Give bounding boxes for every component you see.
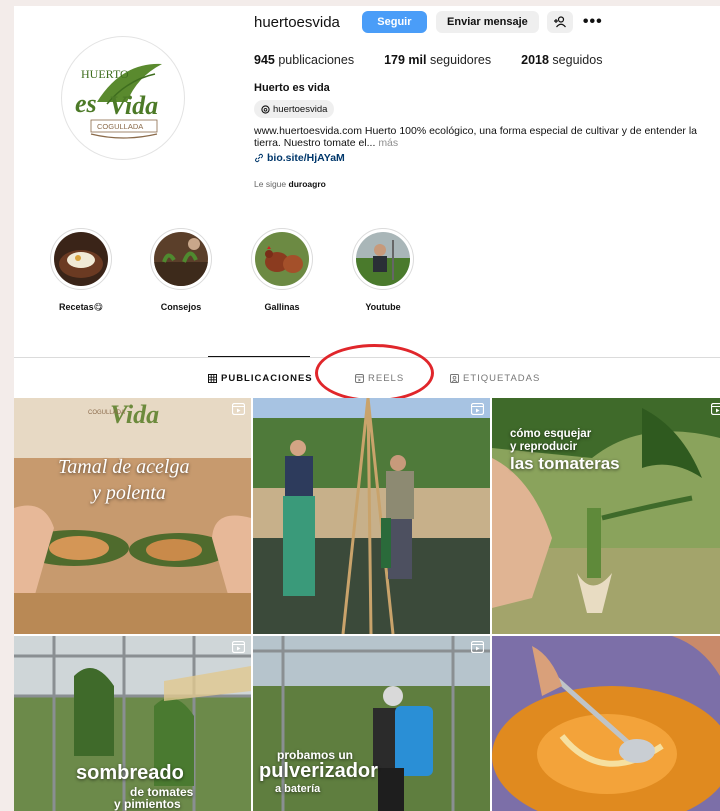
post-tile-6[interactable] <box>492 636 720 811</box>
highlight-youtube[interactable]: Youtube <box>350 228 416 312</box>
profile-avatar[interactable]: HUERTO es Vida COGULLADA <box>61 36 185 160</box>
red-annotation-circle <box>315 344 434 402</box>
post-overlay-line1: cómo esquejar <box>510 428 592 440</box>
highlight-cover <box>154 232 208 286</box>
highlight-label: Youtube <box>365 302 401 312</box>
highlight-cover <box>255 232 309 286</box>
link-icon <box>255 153 263 163</box>
reel-badge-icon <box>232 403 245 415</box>
highlight-label: Consejos <box>160 302 202 312</box>
post-overlay-line2: pulverizador <box>259 760 378 782</box>
post-image <box>253 398 490 634</box>
post-tile-4[interactable]: sombreado de tomates y pimientos <box>14 636 251 811</box>
profile-full-name: Huerto es vida <box>254 82 330 94</box>
highlight-consejos[interactable]: Consejos <box>148 228 214 312</box>
svg-text:HUERTO: HUERTO <box>81 67 129 81</box>
threads-badge[interactable]: huertoesvida <box>254 100 335 118</box>
followed-by[interactable]: Le sigue duroagro <box>254 179 326 189</box>
post-tile-2[interactable] <box>253 398 490 634</box>
followers-stat[interactable]: 179 mil seguidores <box>384 53 491 67</box>
following-stat[interactable]: 2018 seguidos <box>521 53 602 67</box>
tagged-icon <box>450 374 459 383</box>
external-link[interactable]: bio.site/HjAYaM <box>254 152 345 164</box>
link-text: bio.site/HjAYaM <box>267 152 345 164</box>
huerto-es-vida-logo: HUERTO es Vida COGULLADA <box>68 43 178 153</box>
follow-button[interactable]: Seguir <box>361 11 427 33</box>
profile-stats: 945 publicaciones 179 mil seguidores 201… <box>254 53 632 67</box>
highlight-recetas[interactable]: Recetas😋 <box>48 228 114 313</box>
profile-page: HUERTO es Vida COGULLADA huertoesvida Se… <box>14 6 720 811</box>
profile-header-actions: huertoesvida Seguir Enviar mensaje ••• <box>254 9 603 35</box>
tab-tagged[interactable]: ETIQUETADAS <box>450 373 540 384</box>
bio-more-link[interactable]: más <box>378 137 398 149</box>
username: huertoesvida <box>254 13 340 31</box>
threads-handle: huertoesvida <box>273 103 328 115</box>
bio-text: www.huertoesvida.com Huerto 100% ecológi… <box>254 125 697 149</box>
post-overlay-line3: y pimientos <box>114 797 181 811</box>
highlight-gallinas[interactable]: Gallinas <box>249 228 315 312</box>
post-overlay-line2: y polenta <box>92 482 166 504</box>
post-overlay-line2: y reproducir <box>510 441 578 453</box>
suggested-users-button[interactable] <box>546 11 573 33</box>
svg-text:Vida: Vida <box>109 91 158 120</box>
svg-text:es: es <box>75 89 97 118</box>
post-tile-1[interactable]: Vida COGULLADA Tamal de acelga y polenta <box>14 398 251 634</box>
watermark-logo-sub: COGULLADA <box>88 410 126 416</box>
highlight-cover <box>54 232 108 286</box>
posts-stat[interactable]: 945 publicaciones <box>254 53 354 67</box>
more-options-icon[interactable]: ••• <box>583 13 603 31</box>
highlight-cover <box>356 232 410 286</box>
post-tile-5[interactable]: probamos un pulverizador a batería <box>253 636 490 811</box>
profile-bio: www.huertoesvida.com Huerto 100% ecológi… <box>254 125 714 149</box>
reel-badge-icon <box>711 403 720 415</box>
reel-badge-icon <box>471 403 484 415</box>
svg-text:COGULLADA: COGULLADA <box>97 122 143 131</box>
reel-badge-icon <box>232 641 245 653</box>
post-overlay-line1: sombreado <box>76 762 184 784</box>
add-person-icon <box>553 16 566 28</box>
reel-badge-icon <box>471 641 484 653</box>
threads-icon <box>261 104 270 114</box>
active-tab-indicator <box>208 356 310 357</box>
post-overlay-line1: Tamal de acelga <box>58 456 190 478</box>
post-image <box>14 398 251 634</box>
tab-posts[interactable]: PUBLICACIONES <box>208 373 313 384</box>
highlight-label: Recetas😋 <box>59 302 103 312</box>
highlight-label: Gallinas <box>264 302 300 312</box>
grid-icon <box>208 374 217 383</box>
post-overlay-line3: las tomateras <box>510 454 620 473</box>
send-message-button[interactable]: Enviar mensaje <box>435 11 539 33</box>
post-overlay-line3: a batería <box>275 783 321 795</box>
post-tile-3[interactable]: cómo esquejar y reproducir las tomateras <box>492 398 720 634</box>
post-image <box>492 636 720 811</box>
